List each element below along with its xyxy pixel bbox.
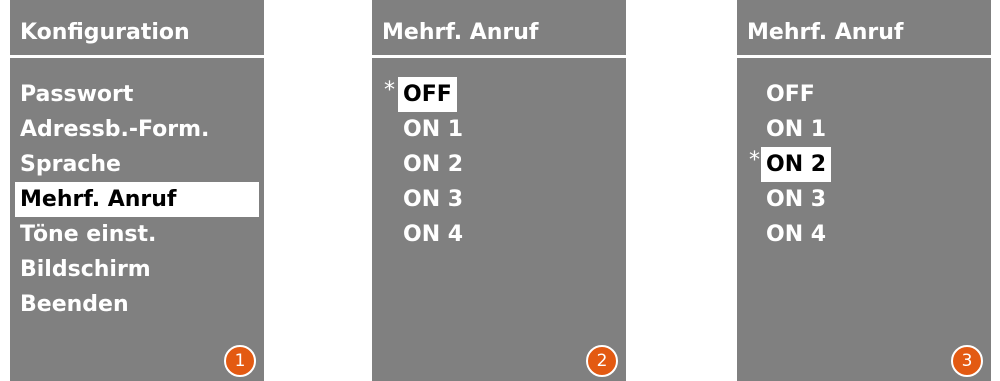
option-label: ON 4 — [766, 222, 827, 247]
title-divider — [737, 55, 991, 58]
option-label: ON 3 — [403, 187, 464, 212]
option-on-2[interactable]: ON 2 — [372, 147, 626, 182]
title-divider — [372, 55, 626, 58]
screen-panel-3: Mehrf. Anruf OFF ON 1 * ON 2 ON 3 ON 4 3 — [737, 0, 991, 381]
selected-marker: * — [749, 148, 760, 173]
screen-panel-1: Konfiguration Passwort Adressb.-Form. Sp… — [10, 0, 264, 381]
menu-item-label: Beenden — [20, 292, 129, 317]
menu-item-label: Töne einst. — [20, 222, 157, 247]
option-label: OFF — [766, 82, 815, 107]
panel-title: Mehrf. Anruf — [382, 20, 539, 45]
option-off[interactable]: * OFF — [372, 77, 626, 112]
option-label: ON 2 — [403, 152, 464, 177]
option-label: ON 4 — [403, 222, 464, 247]
menu-item-sprache[interactable]: Sprache — [10, 147, 264, 182]
option-label: ON 1 — [766, 117, 827, 142]
menu-item-label: Bildschirm — [20, 257, 151, 282]
menu-item-mehrf-anruf[interactable]: Mehrf. Anruf — [10, 182, 264, 217]
panel-title: Mehrf. Anruf — [747, 20, 904, 45]
step-badge: 2 — [586, 345, 618, 377]
menu-item-toene-einst[interactable]: Töne einst. — [10, 217, 264, 252]
option-on-4[interactable]: ON 4 — [737, 217, 991, 252]
option-label: ON 2 — [761, 147, 832, 182]
title-divider — [10, 55, 264, 58]
option-off[interactable]: OFF — [737, 77, 991, 112]
option-on-1[interactable]: ON 1 — [737, 112, 991, 147]
option-on-3[interactable]: ON 3 — [372, 182, 626, 217]
panel-title: Konfiguration — [20, 20, 190, 45]
option-label: OFF — [398, 77, 457, 112]
option-on-2[interactable]: * ON 2 — [737, 147, 991, 182]
menu-item-passwort[interactable]: Passwort — [10, 77, 264, 112]
menu-item-label: Sprache — [20, 152, 121, 177]
option-label: ON 1 — [403, 117, 464, 142]
option-on-3[interactable]: ON 3 — [737, 182, 991, 217]
step-badge: 3 — [951, 345, 983, 377]
selected-marker: * — [384, 78, 395, 103]
option-list: * OFF ON 1 ON 2 ON 3 ON 4 — [372, 77, 626, 252]
screen-panel-2: Mehrf. Anruf * OFF ON 1 ON 2 ON 3 ON 4 2 — [372, 0, 626, 381]
step-badge: 1 — [224, 345, 256, 377]
menu-item-adressb-form[interactable]: Adressb.-Form. — [10, 112, 264, 147]
menu-item-label: Mehrf. Anruf — [15, 182, 259, 217]
menu-list: Passwort Adressb.-Form. Sprache Mehrf. A… — [10, 77, 264, 322]
option-list: OFF ON 1 * ON 2 ON 3 ON 4 — [737, 77, 991, 252]
menu-item-label: Passwort — [20, 82, 134, 107]
option-on-4[interactable]: ON 4 — [372, 217, 626, 252]
option-label: ON 3 — [766, 187, 827, 212]
menu-item-bildschirm[interactable]: Bildschirm — [10, 252, 264, 287]
menu-item-label: Adressb.-Form. — [20, 117, 210, 142]
menu-item-beenden[interactable]: Beenden — [10, 287, 264, 322]
option-on-1[interactable]: ON 1 — [372, 112, 626, 147]
